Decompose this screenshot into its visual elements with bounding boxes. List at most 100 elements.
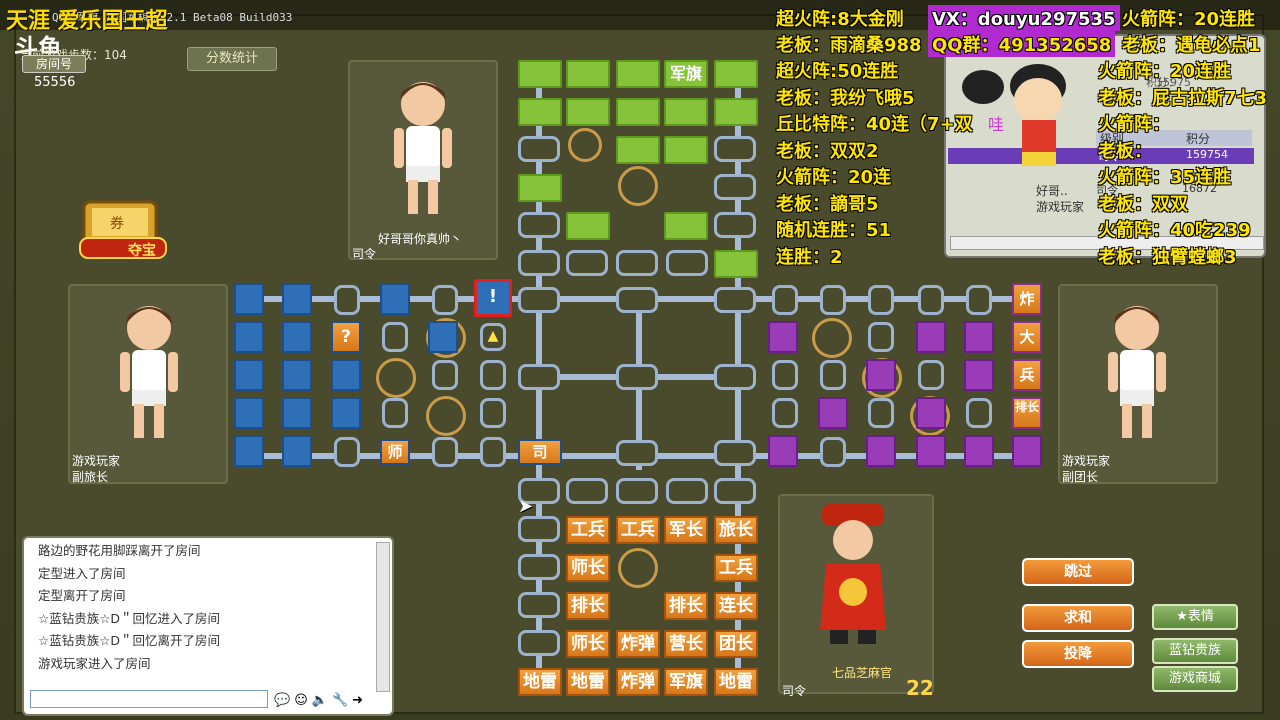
board-post[interactable] — [714, 212, 756, 238]
blue-piece[interactable] — [234, 321, 264, 353]
own-piece[interactable]: 炸弹 — [616, 668, 660, 696]
own-piece[interactable]: 地雷 — [714, 668, 758, 696]
own-piece[interactable]: 工兵 — [566, 516, 610, 544]
board-post[interactable] — [566, 250, 608, 276]
blue-piece[interactable] — [282, 359, 312, 391]
board-post[interactable] — [966, 398, 992, 428]
purple-piece[interactable] — [916, 397, 946, 429]
treasure-chest-icon[interactable]: 券 夺宝 — [76, 198, 170, 262]
purple-piece[interactable] — [916, 321, 946, 353]
board-post[interactable] — [432, 437, 458, 467]
board-post[interactable] — [518, 630, 560, 656]
green-flag-piece[interactable]: 军旗 — [664, 60, 708, 88]
purple-piece[interactable] — [964, 359, 994, 391]
board-post[interactable] — [820, 285, 846, 315]
board-post[interactable] — [566, 478, 608, 504]
draw-request-button[interactable]: 求和 — [1022, 604, 1134, 632]
board-post[interactable] — [820, 360, 846, 390]
purple-piece[interactable] — [964, 435, 994, 467]
green-piece[interactable] — [616, 98, 660, 126]
speaker-icon[interactable]: 🔈 — [312, 693, 328, 708]
blue-piece[interactable] — [282, 321, 312, 353]
purple-piece[interactable] — [866, 435, 896, 467]
board-post[interactable] — [966, 285, 992, 315]
board-post[interactable] — [480, 398, 506, 428]
blue-piece[interactable] — [331, 397, 361, 429]
purple-piece[interactable] — [768, 321, 798, 353]
skip-button[interactable]: 跳过 — [1022, 558, 1134, 586]
emote-button[interactable]: ★表情 — [1152, 604, 1238, 630]
own-piece[interactable]: 连长 — [714, 592, 758, 620]
green-piece[interactable] — [616, 136, 660, 164]
board-post[interactable] — [432, 360, 458, 390]
green-piece[interactable] — [518, 174, 562, 202]
blue-piece[interactable] — [282, 397, 312, 429]
board-post[interactable] — [518, 364, 560, 390]
green-piece[interactable] — [664, 212, 708, 240]
blue-piece-highlighted[interactable]: ! — [474, 279, 512, 317]
board-post[interactable] — [518, 516, 560, 542]
green-piece[interactable] — [566, 212, 610, 240]
blue-piece[interactable] — [234, 397, 264, 429]
score-stats-button[interactable]: 分数统计 — [187, 47, 277, 71]
green-piece[interactable] — [714, 60, 758, 88]
purple-piece[interactable] — [768, 435, 798, 467]
purple-piece-platoon[interactable]: 排长 — [1012, 397, 1042, 429]
own-piece[interactable]: 工兵 — [714, 554, 758, 582]
own-piece[interactable]: 炸弹 — [616, 630, 660, 658]
board-post[interactable] — [772, 398, 798, 428]
chat-input[interactable] — [30, 690, 268, 708]
own-piece[interactable]: 旅长 — [714, 516, 758, 544]
board-post[interactable] — [480, 437, 506, 467]
board-post[interactable] — [616, 478, 658, 504]
emoji-icon[interactable]: ☺ — [294, 693, 308, 708]
board-post[interactable] — [868, 322, 894, 352]
own-piece[interactable]: 师长 — [566, 630, 610, 658]
blue-piece-unknown[interactable]: ? — [331, 321, 361, 353]
green-piece[interactable] — [518, 60, 562, 88]
purple-piece-soldier[interactable]: 兵 — [1012, 359, 1042, 391]
center-commander-piece[interactable]: 司 — [518, 439, 562, 465]
board-camp[interactable] — [376, 358, 416, 398]
board-post[interactable] — [714, 478, 756, 504]
blue-piece[interactable] — [428, 321, 458, 353]
board-post[interactable] — [772, 360, 798, 390]
own-piece[interactable]: 师长 — [566, 554, 610, 582]
green-piece[interactable] — [566, 60, 610, 88]
own-piece[interactable]: 排长 — [664, 592, 708, 620]
board-post[interactable] — [480, 360, 506, 390]
board-post[interactable] — [616, 364, 658, 390]
green-piece[interactable] — [664, 136, 708, 164]
blue-piece-division[interactable]: 师 — [380, 439, 410, 465]
purple-piece[interactable] — [866, 359, 896, 391]
green-piece[interactable] — [714, 98, 758, 126]
board-post[interactable] — [616, 287, 658, 313]
purple-piece[interactable] — [916, 435, 946, 467]
surrender-button[interactable]: 投降 — [1022, 640, 1134, 668]
board-post[interactable] — [518, 592, 560, 618]
board-post[interactable] — [334, 437, 360, 467]
board-camp[interactable] — [812, 318, 852, 358]
purple-piece[interactable] — [818, 397, 848, 429]
green-piece[interactable] — [714, 250, 758, 278]
green-piece[interactable] — [664, 98, 708, 126]
own-piece[interactable]: 工兵 — [616, 516, 660, 544]
green-piece[interactable] — [566, 98, 610, 126]
green-piece[interactable] — [616, 60, 660, 88]
purple-piece-big[interactable]: 大 — [1012, 321, 1042, 353]
purple-piece[interactable] — [964, 321, 994, 353]
board-post[interactable] — [518, 136, 560, 162]
board-post[interactable] — [918, 285, 944, 315]
purple-piece[interactable] — [1012, 435, 1042, 467]
blue-diamond-button[interactable]: 蓝钻贵族 — [1152, 638, 1238, 664]
board-post[interactable] — [616, 250, 658, 276]
board-post[interactable] — [666, 250, 708, 276]
board-post[interactable] — [772, 285, 798, 315]
send-icon[interactable]: ➜ — [352, 693, 363, 708]
own-piece[interactable]: 营长 — [664, 630, 708, 658]
board-post[interactable] — [518, 554, 560, 580]
green-piece[interactable] — [518, 98, 562, 126]
own-piece[interactable]: 排长 — [566, 592, 610, 620]
board-post[interactable] — [334, 285, 360, 315]
board-post[interactable] — [820, 437, 846, 467]
